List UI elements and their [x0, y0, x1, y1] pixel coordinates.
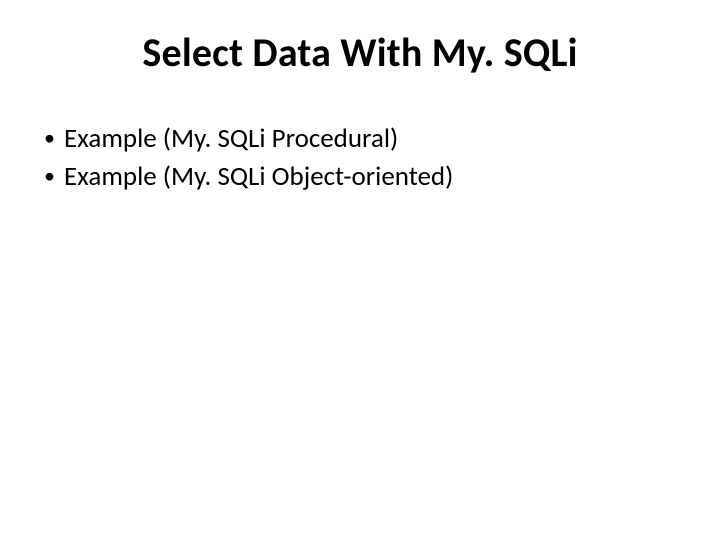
- list-item: • Example (My. SQLi Object-oriented): [44, 159, 680, 195]
- bullet-icon: •: [44, 121, 64, 154]
- bullet-text: Example (My. SQLi Object-oriented): [64, 159, 680, 195]
- list-item: • Example (My. SQLi Procedural): [44, 121, 680, 157]
- bullet-icon: •: [44, 159, 64, 192]
- slide-title: Select Data With My. SQLi: [40, 28, 680, 77]
- bullet-list: • Example (My. SQLi Procedural) • Exampl…: [40, 121, 680, 196]
- bullet-text: Example (My. SQLi Procedural): [64, 121, 680, 157]
- slide-container: Select Data With My. SQLi • Example (My.…: [0, 0, 720, 540]
